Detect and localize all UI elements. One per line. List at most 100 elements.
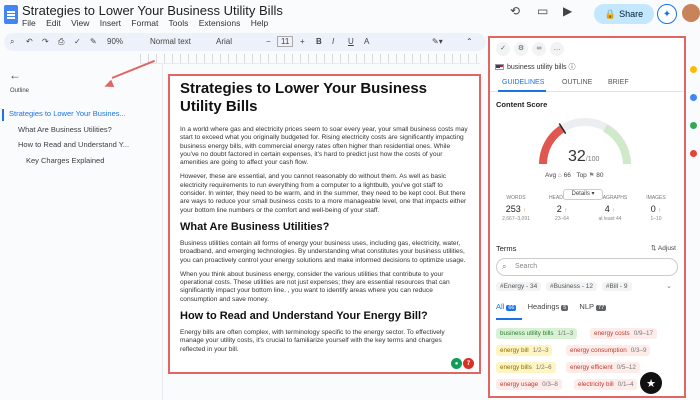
term-chip[interactable]: energy consumption 0/3–9 — [566, 345, 651, 356]
grammar-check-icon[interactable]: ● — [451, 358, 462, 369]
term-range: 1/1–3 — [557, 330, 574, 337]
menu-insert[interactable]: Insert — [100, 18, 121, 28]
font-size-input[interactable]: 11 — [277, 36, 294, 47]
term-chip[interactable]: electricity bill 0/1–4 — [574, 379, 638, 390]
info-icon[interactable]: ⓘ — [568, 64, 575, 71]
link-icon[interactable]: ∞ — [532, 42, 546, 56]
heading-energy-bill[interactable]: How to Read and Understand Your Energy B… — [180, 310, 468, 323]
keep-icon[interactable] — [690, 66, 697, 73]
metric-headings-range: 23–64 — [555, 216, 569, 222]
menu-edit[interactable]: Edit — [46, 18, 61, 28]
settings-icon[interactable]: ⚙ — [514, 42, 528, 56]
paragraph-5[interactable]: Energy bills are often complex, with ter… — [180, 329, 468, 354]
outline-item-read-energy-bill[interactable]: How to Read and Understand Y... — [18, 140, 156, 149]
filter-nlp[interactable]: NLP 77 — [579, 302, 607, 311]
term-chip[interactable]: energy efficient 0/5–12 — [566, 362, 640, 373]
tag-chip-energy[interactable]: #Energy - 34 — [496, 282, 542, 291]
back-arrow-icon[interactable]: ← — [9, 68, 21, 82]
bold-button[interactable]: B — [316, 37, 322, 46]
tab-guidelines[interactable]: GUIDELINES — [502, 79, 544, 86]
details-button[interactable]: Details ▾ — [563, 189, 603, 200]
tag-chip-bill[interactable]: #Bill - 9 — [601, 282, 632, 291]
terms-search-input[interactable]: Search — [496, 258, 678, 276]
term-chip[interactable]: business utility bills 1/1–3 — [496, 328, 578, 339]
menu-tools[interactable]: Tools — [169, 18, 189, 28]
tag-chip-business[interactable]: #Business - 12 — [546, 282, 598, 291]
chevron-down-icon[interactable]: ⌄ — [666, 282, 672, 290]
paragraph-2[interactable]: However, these are essential, and you ca… — [180, 173, 468, 214]
term-text: energy consumption — [570, 347, 627, 354]
metrics-row: WORDS 253 ↑ 2,667–3,091 HEADINGS 2 ↑ 23–64 P… — [490, 195, 683, 235]
top-value: 80 — [596, 172, 604, 179]
us-flag-icon — [495, 64, 504, 71]
outline-item-business-utilities[interactable]: What Are Business Utilities? — [18, 125, 156, 134]
term-range: 0/3–8 — [542, 381, 558, 388]
docs-logo-icon[interactable] — [4, 5, 18, 24]
arrow-up-icon: ↑ — [523, 208, 527, 214]
undo-icon[interactable]: ↶ — [26, 37, 33, 46]
metric-images-range: 1–10 — [650, 216, 662, 222]
menu-view[interactable]: View — [71, 18, 89, 28]
term-chip[interactable]: energy costs 0/9–17 — [590, 328, 657, 339]
contacts-icon[interactable] — [690, 122, 697, 129]
avatar[interactable] — [682, 4, 700, 22]
tab-outline[interactable]: OUTLINE — [562, 79, 592, 86]
panel-toolbar: ✓ ⚙ ∞ … — [496, 42, 568, 56]
search-menus-icon[interactable]: ⌕ — [10, 37, 14, 47]
meet-icon[interactable]: ▶ — [563, 4, 572, 18]
redo-icon[interactable]: ↷ — [42, 37, 49, 46]
tab-brief[interactable]: BRIEF — [608, 79, 629, 86]
menu-file[interactable]: File — [22, 18, 36, 28]
paragraph-3[interactable]: Business utilities contain all forms of … — [180, 240, 468, 265]
maps-icon[interactable] — [690, 150, 697, 157]
font-size-increase[interactable]: + — [300, 37, 305, 46]
menu-help[interactable]: Help — [251, 18, 268, 28]
paragraph-1[interactable]: In a world where gas and electricity pri… — [180, 126, 468, 167]
paint-format-icon[interactable]: ✎ — [90, 37, 97, 46]
docs-app: Strategies to Lower Your Business Utilit… — [0, 0, 700, 400]
outline-item-title[interactable]: Strategies to Lower Your Busines... — [9, 109, 157, 118]
underline-button[interactable]: U — [348, 37, 354, 46]
filter-all[interactable]: All 66 — [496, 302, 517, 311]
tasks-icon[interactable] — [690, 94, 697, 101]
metric-paragraphs-value: 4 — [604, 204, 610, 214]
check-icon[interactable]: ✓ — [496, 42, 510, 56]
style-select[interactable]: Normal text — [150, 37, 191, 46]
panel-tabs: GUIDELINES OUTLINE BRIEF — [490, 76, 683, 92]
menu-extensions[interactable]: Extensions — [199, 18, 241, 28]
term-chip[interactable]: energy usage 0/3–8 — [496, 379, 562, 390]
term-chip[interactable]: energy bill 1/2–3 — [496, 345, 553, 356]
font-select[interactable]: Arial — [216, 37, 232, 46]
score-max: /100 — [585, 156, 600, 163]
font-size-decrease[interactable]: − — [266, 37, 271, 46]
comment-icon[interactable]: ▭ — [537, 4, 548, 18]
collapse-toolbar-icon[interactable]: ⌃ — [466, 37, 473, 46]
print-icon[interactable]: ⎙ — [58, 37, 64, 47]
share-button[interactable]: 🔒 Share — [594, 4, 654, 24]
issue-count-badge[interactable]: 7 — [463, 358, 474, 369]
history-icon[interactable]: ⟲ — [510, 4, 520, 18]
ruler[interactable] — [140, 54, 480, 64]
paragraph-4[interactable]: When you think about business energy, co… — [180, 271, 468, 304]
spellcheck-icon[interactable]: ✓ — [74, 37, 81, 46]
gauge-red-segment — [538, 125, 565, 165]
document-heading[interactable]: Strategies to Lower Your Business Utilit… — [180, 80, 468, 116]
document-page[interactable]: Strategies to Lower Your Business Utilit… — [168, 74, 481, 374]
text-color-button[interactable]: A — [364, 37, 369, 46]
italic-button[interactable]: I — [332, 37, 334, 46]
heading-business-utilities[interactable]: What Are Business Utilities? — [180, 221, 468, 234]
star-fab-icon[interactable]: ★ — [640, 372, 662, 394]
zoom-select[interactable]: 90% — [107, 37, 123, 46]
more-icon[interactable]: … — [550, 42, 564, 56]
menu-format[interactable]: Format — [131, 18, 158, 28]
term-filter-tabs: All 66 Headings 5 NLP 77 — [496, 302, 615, 311]
outline-item-key-charges[interactable]: Key Charges Explained — [26, 156, 156, 165]
filter-headings[interactable]: Headings 5 — [528, 302, 569, 311]
editing-mode-icon[interactable]: ✎▾ — [432, 37, 443, 46]
gemini-icon[interactable]: ✦ — [657, 4, 677, 24]
adjust-button[interactable]: ⇅ Adjust — [651, 244, 676, 252]
arrow-up-icon: ↑ — [564, 208, 568, 214]
terms-label: Terms — [496, 244, 517, 253]
term-chip[interactable]: energy bills 1/2–6 — [496, 362, 556, 373]
document-title[interactable]: Strategies to Lower Your Business Utilit… — [22, 3, 283, 18]
